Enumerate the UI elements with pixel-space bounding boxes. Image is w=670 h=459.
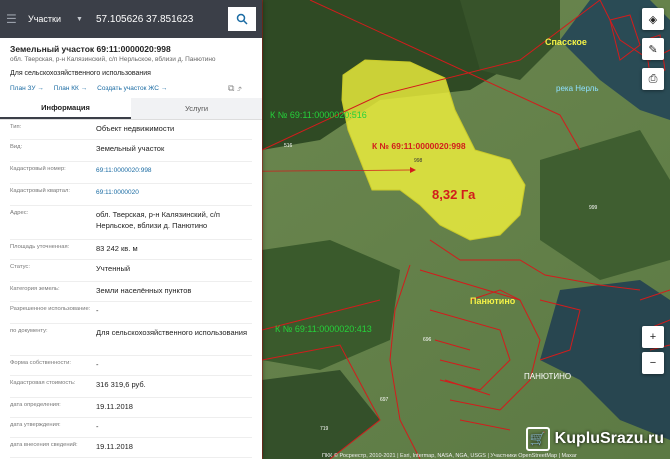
map-label-516: К № 69:11:0000020:516 <box>270 110 367 120</box>
cart-icon: 🛒 <box>525 427 550 451</box>
parcel-purpose: Для сельскохозяйственного использования <box>10 70 151 77</box>
search-bar: ☰ Участки ▼ 57.105626 37.851623 <box>0 0 262 38</box>
plan-kk-link[interactable]: План КК → <box>54 85 87 92</box>
plus-icon: + <box>649 331 657 343</box>
tab-services[interactable]: Услуги <box>131 98 262 119</box>
parcel-title: Земельный участок 69:11:0000020:998 <box>10 44 171 54</box>
prop-row-area: Площадь уточненная: 83 242 кв. м <box>10 240 252 260</box>
chevron-down-icon[interactable]: ▼ <box>76 16 88 23</box>
cadastral-number-link[interactable]: 69:11:0000020:998 <box>96 162 252 183</box>
prop-row-address: Адрес: обл. Тверская, р-н Калязинский, с/… <box>10 206 252 240</box>
prop-row-date-determined: дата определения: 19.11.2018 <box>10 398 252 418</box>
minus-icon: − <box>649 357 657 369</box>
layers-icon: ◈ <box>648 13 658 26</box>
map-label-413: К № 69:11:0000020:413 <box>275 324 372 334</box>
prop-row-status: Статус: Учтенный <box>10 260 252 282</box>
plan-zu-link[interactable]: План ЗУ → <box>10 85 44 92</box>
prop-row-permitted-use: Разрешенное использование: - <box>10 302 252 324</box>
prop-row-date-entered: дата внесения сведений: 19.11.2018 <box>10 438 252 458</box>
print-button[interactable]: ⎙ <box>642 68 664 90</box>
tabs: Информация Услуги <box>0 98 262 120</box>
map-label-river: река Нерль <box>556 84 599 93</box>
map-label-panyutino-caps: ПАНЮТИНО <box>524 372 572 381</box>
prop-row-cadastral-value: Кадастровая стоимость: 316 319,6 руб. <box>10 376 252 398</box>
prop-row-type: Тип: Объект недвижимости <box>10 120 252 140</box>
search-input[interactable]: 57.105626 37.851623 <box>96 14 228 25</box>
prop-row-land-category: Категория земель: Земли населённых пункто… <box>10 282 252 302</box>
map-attribution: ПКК © Росреестр, 2010-2021 | Esri, Inter… <box>322 453 577 459</box>
watermark: 🛒 KupluSrazu.ru <box>525 427 664 451</box>
map-label-spasskoe: Спасское <box>545 37 587 47</box>
parcel-links: План ЗУ → План КК → Создать участок ЖС →… <box>10 83 252 94</box>
parcel-header: Земельный участок 69:11:0000020:998 обл.… <box>0 38 262 94</box>
parcel-address: обл. Тверская, р-н Калязинский, с/п Нерл… <box>10 56 216 63</box>
map-num-696: 696 <box>423 337 432 343</box>
tools-icons[interactable]: ⧉ ⤴ <box>228 83 242 94</box>
cadastral-quarter-link[interactable]: 69:11:0000020 <box>96 184 252 205</box>
map-num-516: 516 <box>284 143 293 149</box>
prop-row-date-approved: дата утверждения: - <box>10 418 252 438</box>
prop-row-by-document: по документу: Для сельскохозяйственного и… <box>10 324 252 356</box>
map-num-719: 719 <box>320 426 329 432</box>
tab-info[interactable]: Информация <box>0 98 131 119</box>
prop-row-ownership: Форма собственности: - <box>10 356 252 376</box>
category-select[interactable]: Участки <box>28 14 76 24</box>
map-label-panyutino: Панютино <box>470 296 516 306</box>
properties-list: Тип: Объект недвижимости Вид: Земельный уч… <box>0 120 262 458</box>
prop-row-cadastral-number: Кадастровый номер: 69:11:0000020:998 <box>10 162 252 184</box>
map-area-label: 8,32 Га <box>432 187 476 202</box>
map-num-697: 697 <box>380 397 389 403</box>
zoom-out-button[interactable]: − <box>642 352 664 374</box>
prop-row-quarter: Кадастровый квартал: 69:11:0000020 <box>10 184 252 206</box>
map-num-999: 999 <box>589 205 598 211</box>
map-num-998: 998 <box>414 158 423 164</box>
zoom-in-button[interactable]: + <box>642 326 664 348</box>
print-icon: ⎙ <box>648 72 658 85</box>
ruler-icon: ✎ <box>648 43 658 56</box>
layers-button[interactable]: ◈ <box>642 8 664 30</box>
create-parcel-link[interactable]: Создать участок ЖС → <box>97 85 167 92</box>
search-button[interactable] <box>228 7 256 31</box>
search-icon <box>236 13 248 25</box>
menu-icon[interactable]: ☰ <box>6 12 22 26</box>
map-label-998: К № 69:11:0000020:998 <box>372 141 466 151</box>
prop-row-kind: Вид: Земельный участок <box>10 140 252 162</box>
ruler-button[interactable]: ✎ <box>642 38 664 60</box>
info-panel: ☰ Участки ▼ 57.105626 37.851623 Земельны… <box>0 0 262 459</box>
